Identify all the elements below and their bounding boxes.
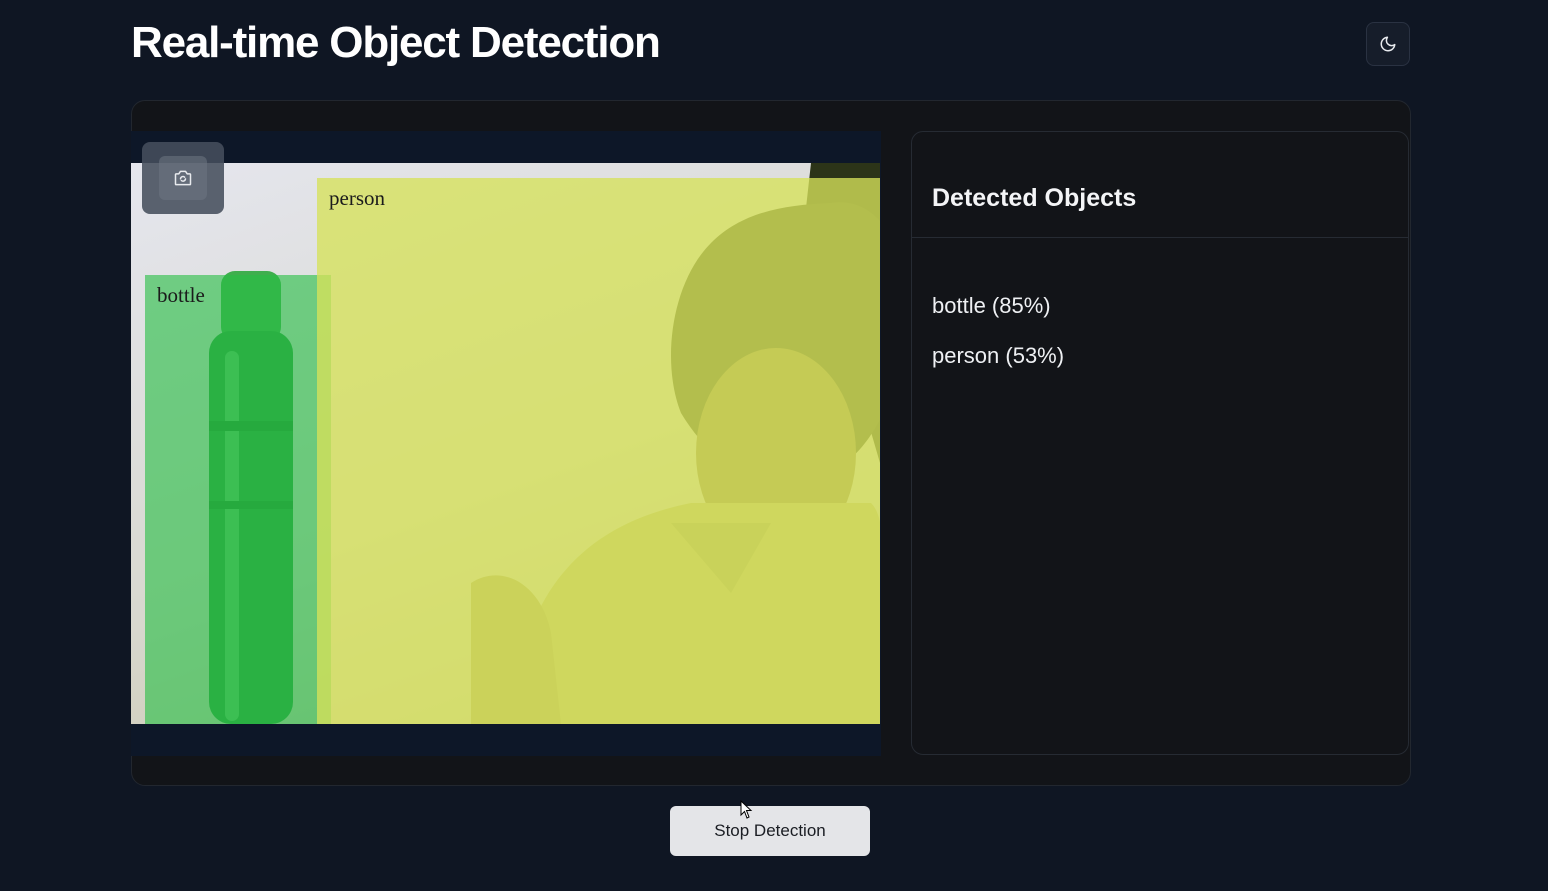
panel-divider: [912, 237, 1408, 238]
mouse-cursor-icon: [740, 800, 753, 819]
stop-detection-button[interactable]: Stop Detection: [670, 806, 870, 856]
page-title: Real-time Object Detection: [131, 18, 661, 67]
person-box-label: person: [329, 186, 385, 210]
list-item: bottle (85%): [932, 293, 1051, 318]
panel-title: Detected Objects: [932, 184, 1137, 212]
bottle-bounding-box: bottle: [145, 275, 331, 724]
switch-camera-button[interactable]: [142, 142, 224, 214]
camera-switch-icon: [174, 170, 192, 186]
video-feed: bottle person: [131, 131, 881, 756]
detected-objects-panel: Detected Objects bottle (85%) person (53…: [911, 131, 1409, 755]
bottle-box-label: bottle: [157, 283, 205, 307]
theme-toggle-button[interactable]: [1366, 22, 1410, 66]
camera-frame: bottle person: [131, 163, 880, 724]
switch-camera-button-face: [159, 156, 207, 200]
person-bounding-box: person: [317, 178, 880, 724]
list-item: person (53%): [932, 343, 1065, 368]
detected-objects-list: bottle (85%) person (53%): [932, 292, 1064, 392]
app-root: Real-time Object Detection bottle person…: [0, 0, 1548, 891]
moon-icon: [1380, 36, 1396, 52]
